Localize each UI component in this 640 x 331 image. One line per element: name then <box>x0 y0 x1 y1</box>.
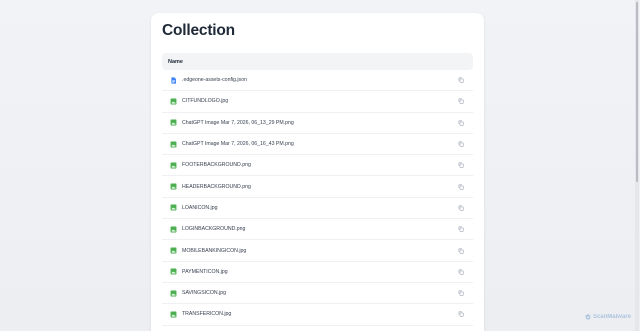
image-file-icon <box>170 247 177 254</box>
image-file-icon <box>170 183 177 190</box>
image-file-icon <box>170 119 177 126</box>
copy-icon[interactable] <box>458 226 464 232</box>
image-file-icon <box>170 162 177 169</box>
page-title: Collection <box>162 22 235 39</box>
image-file-icon <box>170 311 177 318</box>
copy-icon[interactable] <box>458 205 464 211</box>
file-name[interactable]: LOGINBACKGROUND.png <box>182 226 245 232</box>
watermark-text: ScanMalware <box>592 314 631 320</box>
file-row[interactable]: TRANSFERICON.jpg <box>162 304 473 326</box>
copy-icon[interactable] <box>458 269 464 275</box>
copy-icon[interactable] <box>458 141 464 147</box>
file-name[interactable]: FOOTERBACKGROUND.png <box>182 162 251 168</box>
file-row[interactable]: LOANICON.jpg <box>162 198 473 220</box>
json-file-icon <box>171 76 176 84</box>
image-file-icon <box>170 141 177 147</box>
file-name[interactable]: HEADERBACKGROUND.png <box>182 184 251 190</box>
scanmalware-logo-icon <box>585 314 591 320</box>
watermark: ScanMalware <box>585 314 631 320</box>
file-row[interactable]: HEADERBACKGROUND.png <box>162 176 473 198</box>
collection-card: Collection Name .edgeone-assets-config.j… <box>151 13 484 331</box>
file-list: .edgeone-assets-config.json CITFUNDLOGO.j… <box>162 70 473 326</box>
file-name[interactable]: .edgeone-assets-config.json <box>182 77 247 83</box>
file-row[interactable]: MOBILEBANKINGICON.jpg <box>162 240 473 262</box>
file-name[interactable]: ChatGPT Image Mar 7, 2026, 06_13_29 PM.p… <box>182 120 294 126</box>
file-row[interactable]: LOGINBACKGROUND.png <box>162 219 473 241</box>
file-row[interactable]: PAYMENTICON.jpg <box>162 262 473 283</box>
copy-icon[interactable] <box>458 290 464 296</box>
file-name[interactable]: PAYMENTICON.jpg <box>182 269 228 275</box>
image-file-icon <box>170 204 177 211</box>
file-row[interactable]: ChatGPT Image Mar 7, 2026, 06_13_29 PM.p… <box>162 113 473 134</box>
copy-icon[interactable] <box>458 120 464 126</box>
copy-icon[interactable] <box>458 311 464 317</box>
file-row[interactable]: CITFUNDLOGO.jpg <box>162 91 473 113</box>
image-file-icon <box>170 98 177 105</box>
copy-icon[interactable] <box>458 98 464 105</box>
table-header: Name <box>162 53 473 70</box>
copy-icon[interactable] <box>458 162 464 168</box>
file-row[interactable]: FOOTERBACKGROUND.png <box>162 155 473 177</box>
page: Collection Name .edgeone-assets-config.j… <box>0 0 640 331</box>
image-file-icon <box>170 290 177 297</box>
file-name[interactable]: SAVINGSICON.jpg <box>182 290 226 296</box>
file-row[interactable]: .edgeone-assets-config.json <box>162 70 473 92</box>
image-file-icon <box>170 226 177 233</box>
image-file-icon <box>170 268 177 275</box>
copy-icon[interactable] <box>458 247 464 254</box>
column-header-name: Name <box>168 58 183 65</box>
file-row[interactable]: SAVINGSICON.jpg <box>162 283 473 305</box>
copy-icon[interactable] <box>458 77 464 83</box>
file-name[interactable]: LOANICON.jpg <box>182 205 217 211</box>
scrollbar-thumb[interactable] <box>636 2 638 182</box>
file-name[interactable]: ChatGPT Image Mar 7, 2026, 06_16_43 PM.p… <box>182 141 294 147</box>
file-row[interactable]: ChatGPT Image Mar 7, 2026, 06_16_43 PM.p… <box>162 134 473 156</box>
copy-icon[interactable] <box>458 184 464 190</box>
file-name[interactable]: TRANSFERICON.jpg <box>182 311 231 317</box>
file-name[interactable]: CITFUNDLOGO.jpg <box>182 98 228 104</box>
file-name[interactable]: MOBILEBANKINGICON.jpg <box>182 248 246 254</box>
file-table: Name .edgeone-assets-config.json CITFUNDL… <box>162 53 473 326</box>
